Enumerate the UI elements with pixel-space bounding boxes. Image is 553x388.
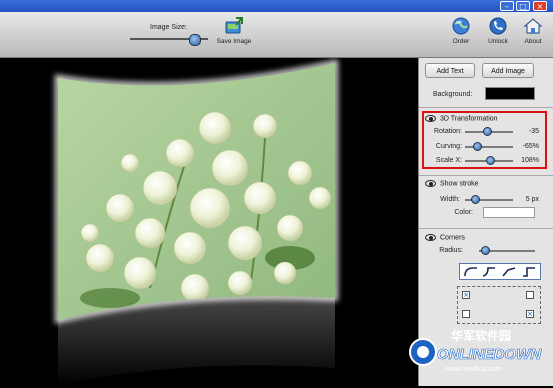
toolbar: Image Size: Save Image Order Unlock Abou… xyxy=(0,12,553,58)
corner-concave-icon[interactable] xyxy=(482,267,496,277)
unlock-label: Unlock xyxy=(488,38,508,45)
order-button[interactable]: Order xyxy=(448,16,474,45)
radius-slider-thumb[interactable] xyxy=(481,246,491,255)
globe-icon xyxy=(451,16,471,36)
curving-slider-thumb[interactable] xyxy=(472,142,482,151)
rotation-slider[interactable] xyxy=(465,127,513,136)
eye-icon[interactable] xyxy=(425,180,436,187)
corner-bottom-right-checkbox[interactable]: × xyxy=(526,310,534,318)
eye-icon[interactable] xyxy=(425,115,436,122)
about-button[interactable]: About xyxy=(520,16,546,45)
corner-bottom-left-checkbox[interactable] xyxy=(462,310,470,318)
watermark-logo: 华军软件园 ONLINEDOWN www.newhua.com xyxy=(403,326,553,386)
about-label: About xyxy=(524,38,542,45)
stroke-width-label: Width: xyxy=(440,196,460,203)
order-label: Order xyxy=(452,38,470,45)
scale-x-label: Scale X: xyxy=(435,157,462,164)
curving-slider[interactable] xyxy=(465,142,513,151)
background-label: Background: xyxy=(433,91,473,98)
image-size-slider-thumb[interactable] xyxy=(188,34,201,46)
corner-selection-grid: × × xyxy=(457,286,541,324)
stroke-width-value: 5 px xyxy=(525,196,539,203)
stroke-color-swatch[interactable] xyxy=(483,207,535,218)
stroke-color-label: Color: xyxy=(454,209,473,216)
save-image-icon xyxy=(224,16,244,36)
corner-top-right-checkbox[interactable] xyxy=(526,291,534,299)
add-text-button[interactable]: Add Text xyxy=(425,63,475,78)
corner-top-left-checkbox[interactable]: × xyxy=(462,291,470,299)
add-image-button[interactable]: Add Image xyxy=(482,63,534,78)
minimize-button[interactable]: – xyxy=(500,1,514,11)
background-color-swatch[interactable] xyxy=(485,87,535,100)
corner-step-icon[interactable] xyxy=(522,267,536,277)
transform-title: 3D Transformation xyxy=(440,115,498,123)
maximize-button[interactable]: □ xyxy=(516,1,530,11)
eye-icon[interactable] xyxy=(425,234,436,241)
stroke-section-header[interactable]: Show stroke xyxy=(425,180,479,187)
unlock-button[interactable]: Unlock xyxy=(484,16,512,45)
curving-value: -65% xyxy=(522,143,539,150)
watermark-url-text: www.newhua.com xyxy=(444,366,502,373)
stroke-width-slider[interactable] xyxy=(465,195,513,204)
section-divider xyxy=(419,228,553,229)
image-size-slider[interactable] xyxy=(130,34,208,46)
section-divider xyxy=(419,175,553,176)
corner-style-picker[interactable] xyxy=(459,263,541,280)
stroke-width-slider-thumb[interactable] xyxy=(470,195,480,204)
home-icon xyxy=(523,16,543,36)
corner-round-icon[interactable] xyxy=(464,267,478,277)
rotation-label: Rotation: xyxy=(433,128,462,135)
image-size-label: Image Size: xyxy=(150,24,187,31)
radius-slider[interactable] xyxy=(479,246,535,255)
corners-title: Corners xyxy=(440,234,465,242)
stroke-title: Show stroke xyxy=(440,180,479,188)
save-image-label: Save Image xyxy=(216,38,252,45)
corners-section-header[interactable]: Corners xyxy=(425,234,465,241)
watermark-brand-text: ONLINEDOWN xyxy=(437,346,542,363)
radius-label: Radius: xyxy=(439,247,463,254)
scale-x-slider[interactable] xyxy=(465,156,513,165)
scale-x-slider-thumb[interactable] xyxy=(486,156,496,165)
canvas-area[interactable] xyxy=(0,58,418,386)
rotation-value: -35 xyxy=(528,128,539,135)
save-image-button[interactable]: Save Image xyxy=(213,16,255,45)
corner-bevel-icon[interactable] xyxy=(502,267,516,277)
watermark-cn-text: 华军软件园 xyxy=(451,328,511,343)
window-titlebar: – □ × xyxy=(0,0,553,12)
section-divider xyxy=(419,107,553,108)
rotation-slider-thumb[interactable] xyxy=(482,127,492,136)
close-button[interactable]: × xyxy=(533,1,547,11)
scale-x-value: 108% xyxy=(521,157,539,164)
phone-icon xyxy=(488,16,508,36)
curved-photo-preview[interactable] xyxy=(0,58,418,386)
transform-section-header[interactable]: 3D Transformation xyxy=(425,115,498,122)
curving-label: Curving: xyxy=(435,143,462,150)
